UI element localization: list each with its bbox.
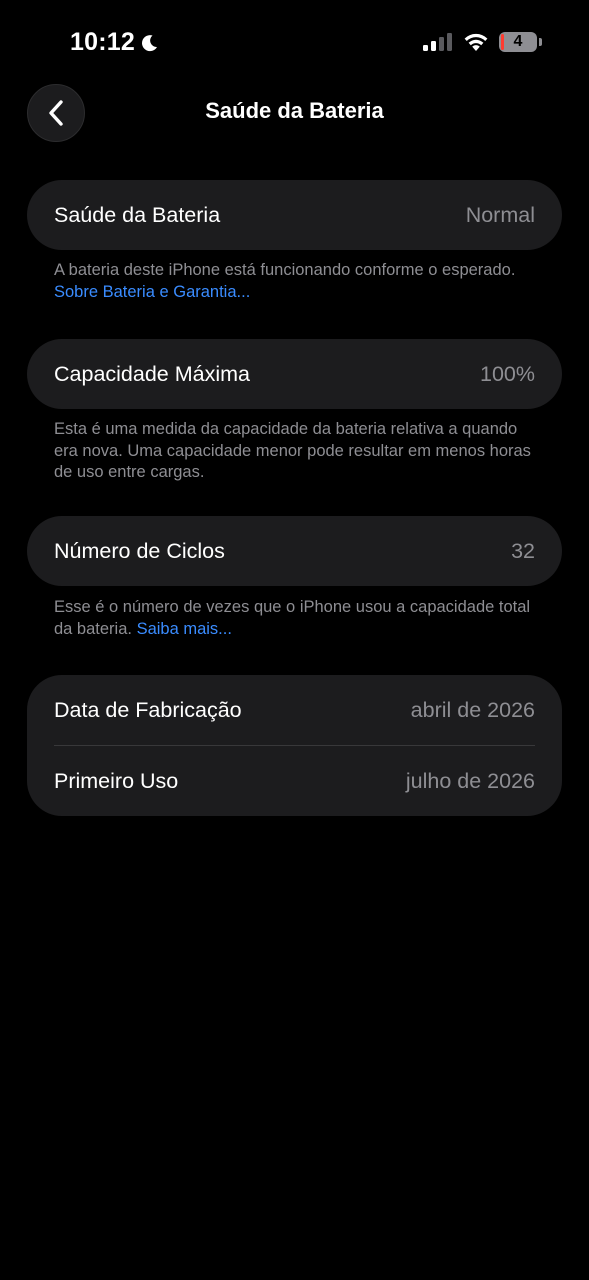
cycle-count-card: Número de Ciclos 32 bbox=[27, 516, 562, 586]
status-time-text: 10:12 bbox=[70, 28, 135, 56]
wifi-icon bbox=[464, 33, 488, 51]
cycle-count-value: 32 bbox=[511, 538, 535, 563]
moon-icon bbox=[141, 34, 157, 51]
battery-health-value: Normal bbox=[465, 202, 535, 227]
cycle-count-row: Número de Ciclos 32 bbox=[27, 516, 562, 586]
learn-more-link[interactable]: Saiba mais... bbox=[137, 620, 232, 638]
max-capacity-footnote: Esta é uma medida da capacidade da bater… bbox=[54, 419, 544, 484]
first-use-value: julho de 2026 bbox=[405, 768, 535, 793]
max-capacity-card: Capacidade Máxima 100% bbox=[27, 339, 562, 409]
max-capacity-row: Capacidade Máxima 100% bbox=[27, 339, 562, 409]
first-use-row: Primeiro Uso julho de 2026 bbox=[27, 746, 562, 816]
battery-health-footnote: A bateria deste iPhone está funcionando … bbox=[54, 260, 544, 303]
manufacture-date-row: Data de Fabricação abril de 2026 bbox=[27, 675, 562, 745]
manufacture-date-label: Data de Fabricação bbox=[54, 697, 242, 722]
status-bar: 10:12 4 bbox=[0, 0, 589, 86]
cycle-count-footnote-text: Esse é o número de vezes que o iPhone us… bbox=[54, 598, 531, 638]
manufacture-date-value: abril de 2026 bbox=[410, 697, 535, 722]
status-time: 10:12 bbox=[70, 28, 159, 57]
battery-health-label: Saúde da Bateria bbox=[54, 202, 221, 227]
cycle-count-label: Número de Ciclos bbox=[54, 538, 225, 563]
battery-health-footnote-text: A bateria deste iPhone está funcionando … bbox=[54, 261, 516, 279]
max-capacity-label: Capacidade Máxima bbox=[54, 361, 250, 386]
battery-health-row[interactable]: Saúde da Bateria Normal bbox=[27, 180, 562, 250]
battery-tip bbox=[539, 38, 542, 46]
first-use-label: Primeiro Uso bbox=[54, 768, 179, 793]
battery-icon: 4 bbox=[499, 32, 542, 52]
battery-warranty-link[interactable]: Sobre Bateria e Garantia... bbox=[54, 283, 250, 301]
max-capacity-value: 100% bbox=[480, 361, 535, 386]
battery-level: 4 bbox=[513, 33, 523, 50]
dates-card: Data de Fabricação abril de 2026 Primeir… bbox=[27, 675, 562, 816]
page-title: Saúde da Bateria bbox=[205, 98, 384, 123]
max-capacity-footnote-text: Esta é uma medida da capacidade da bater… bbox=[54, 420, 531, 481]
status-indicators: 4 bbox=[423, 32, 542, 52]
battery-health-card[interactable]: Saúde da Bateria Normal bbox=[27, 180, 562, 250]
cycle-count-footnote: Esse é o número de vezes que o iPhone us… bbox=[54, 597, 544, 640]
cellular-signal-icon bbox=[423, 33, 452, 51]
